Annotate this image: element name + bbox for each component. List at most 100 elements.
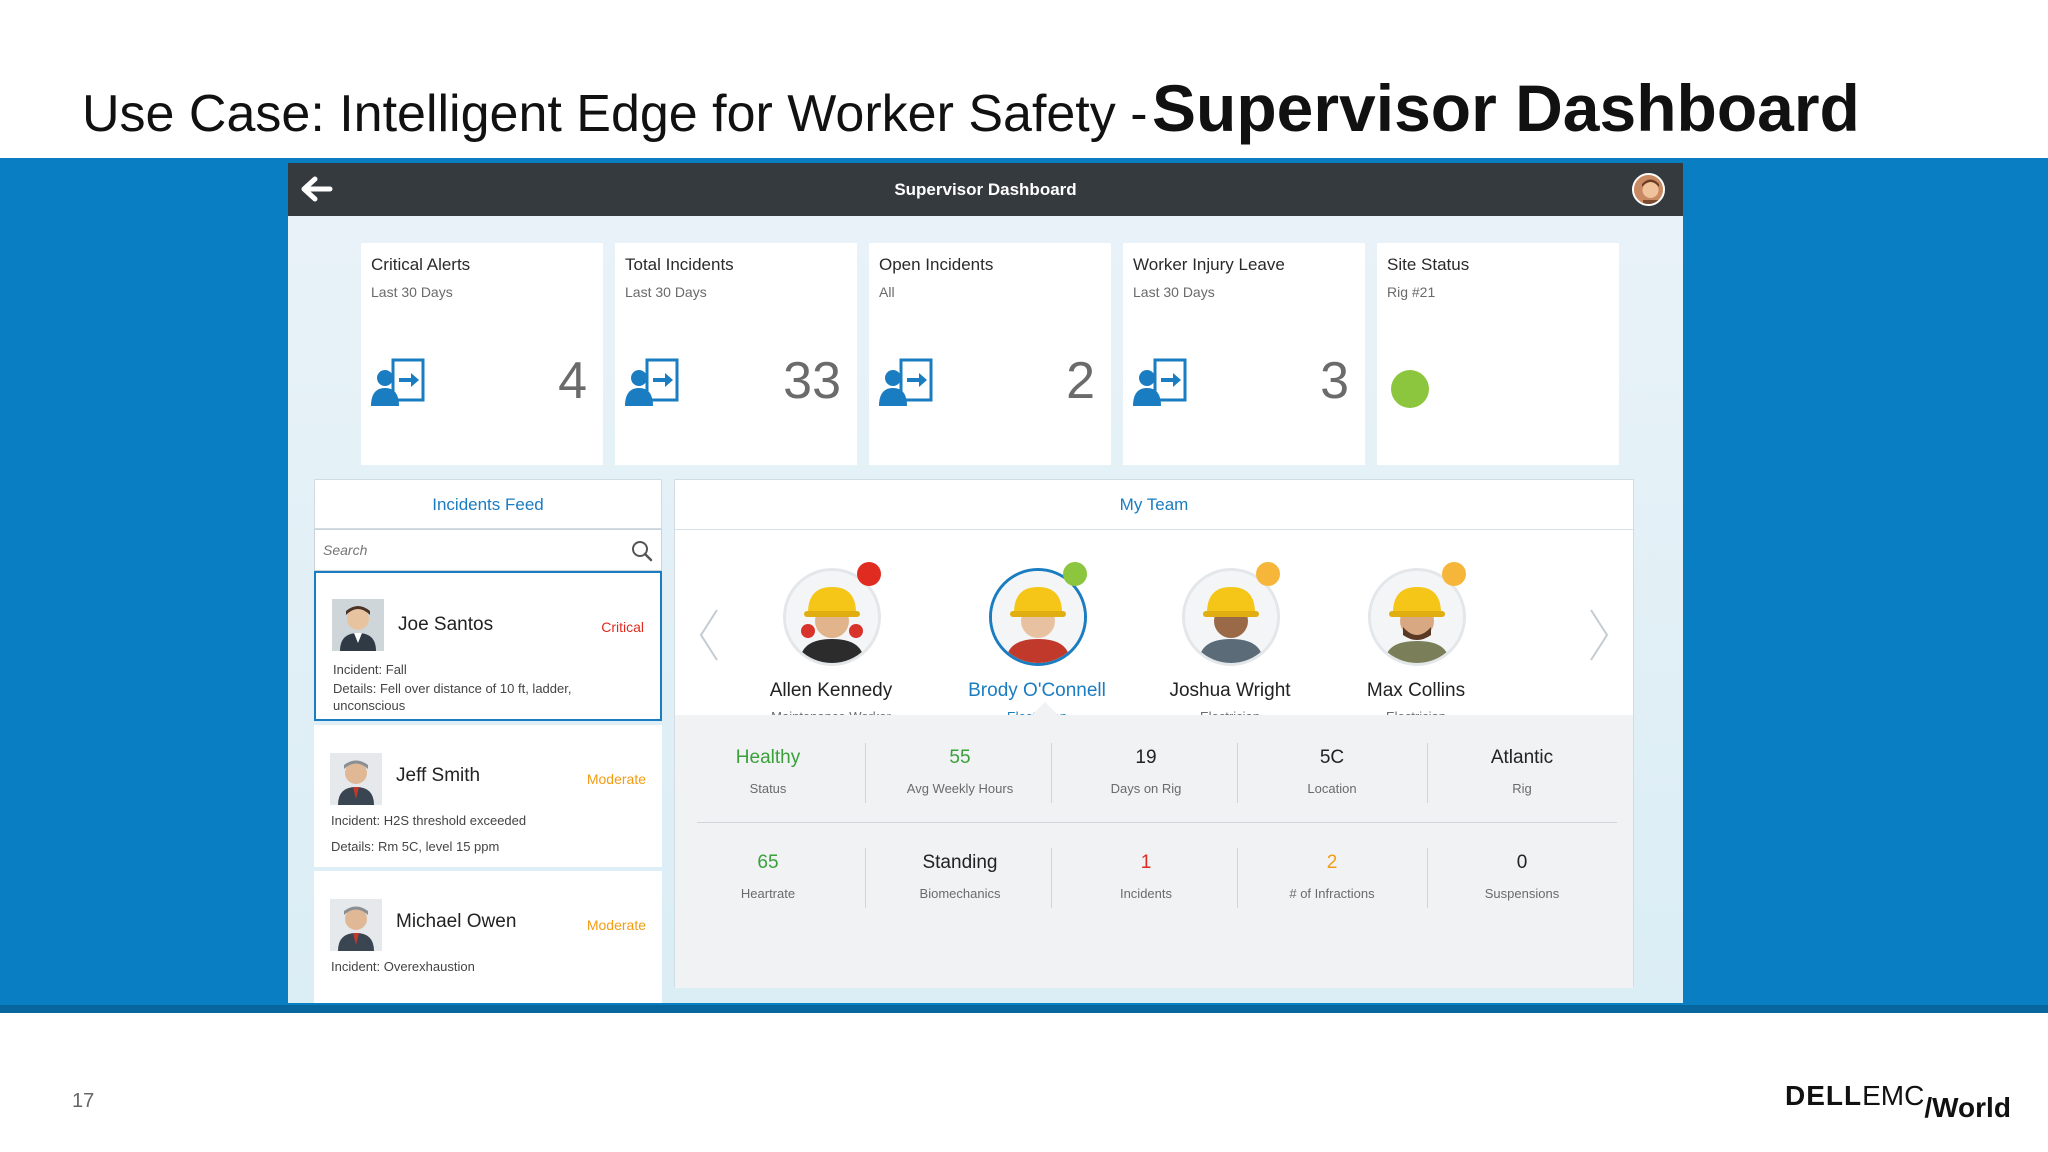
band-divider (0, 1005, 2048, 1013)
member-name: Allen Kennedy (769, 680, 893, 701)
kpi-card-critical-alerts[interactable]: Critical Alerts Last 30 Days 4 (361, 243, 603, 465)
app-title: Supervisor Dashboard (894, 180, 1077, 199)
stat-avg-weekly-hours: 55 Avg Weekly Hours (867, 747, 1053, 796)
stat-divider (865, 848, 866, 908)
severity-badge: Critical (601, 619, 644, 635)
stat-divider (865, 743, 866, 803)
incident-details-cont: unconscious (333, 698, 406, 713)
kpi-value: 2 (1066, 352, 1095, 410)
stat-infractions: 2 # of Infractions (1239, 852, 1425, 901)
avatar (330, 753, 382, 805)
kpi-card-worker-injury-leave[interactable]: Worker Injury Leave Last 30 Days 3 (1123, 243, 1365, 465)
my-team-title: My Team (1119, 495, 1189, 514)
severity-badge: Moderate (586, 917, 646, 933)
stat-label: Location (1307, 781, 1357, 796)
stat-label: Avg Weekly Hours (906, 781, 1014, 796)
stat-value: Atlantic (1490, 747, 1554, 768)
kpi-value: 4 (558, 352, 587, 410)
stat-label: Suspensions (1484, 886, 1560, 901)
team-member-joshua-wright[interactable]: Joshua Wright Electrician (1130, 562, 1330, 728)
search-box (314, 529, 662, 571)
incident-item-joe-santos[interactable]: Joe Santos Critical Incident: Fall Detai… (314, 571, 662, 721)
kpi-subtitle: Rig #21 (1387, 284, 1436, 300)
stat-heartrate: 65 Heartrate (675, 852, 861, 901)
incident-type: Incident: Overexhaustion (331, 959, 475, 974)
status-dot (1256, 562, 1280, 586)
logo-emc: EMC (1862, 1080, 1925, 1111)
incident-worker-name: Jeff Smith (396, 765, 481, 786)
stat-value: 1 (1140, 852, 1152, 873)
user-incident-icon (1133, 358, 1187, 410)
stat-value: 19 (1135, 747, 1157, 768)
search-input[interactable] (323, 536, 613, 564)
kpi-value: 33 (783, 352, 841, 410)
incident-details: Details: Rm 5C, level 15 ppm (331, 839, 500, 854)
avatar-icon (1634, 175, 1663, 204)
stat-value: Standing (922, 852, 998, 873)
user-avatar[interactable] (1632, 173, 1665, 206)
selection-caret (1031, 702, 1059, 716)
kpi-title: Worker Injury Leave (1133, 255, 1285, 274)
user-incident-icon (625, 358, 679, 410)
dashboard-app: Supervisor Dashboard Critical Alerts Las… (288, 163, 1683, 1003)
dell-emc-world-logo: DELLEMC/World (1785, 1080, 2011, 1123)
stat-value: 0 (1516, 852, 1528, 873)
kpi-card-total-incidents[interactable]: Total Incidents Last 30 Days 33 (615, 243, 857, 465)
chevron-right-icon[interactable] (1587, 608, 1611, 662)
stats-row-divider (697, 822, 1617, 823)
slide-title-bold: Supervisor Dashboard (1151, 71, 1860, 145)
stat-rig: Atlantic Rig (1429, 747, 1615, 796)
chevron-left-icon[interactable] (697, 608, 721, 662)
member-name: Brody O'Connell (968, 680, 1106, 701)
my-team-header: My Team (675, 480, 1633, 530)
stat-label: # of Infractions (1289, 886, 1375, 901)
stat-label: Rig (1512, 781, 1532, 796)
incident-item-michael-owen[interactable]: Michael Owen Moderate Incident: Overexha… (314, 871, 662, 1003)
stat-label: Biomechanics (919, 886, 1001, 901)
user-incident-icon (371, 358, 425, 410)
avatar (330, 899, 382, 951)
app-header: Supervisor Dashboard (288, 163, 1683, 216)
incident-item-jeff-smith[interactable]: Jeff Smith Moderate Incident: H2S thresh… (314, 725, 662, 867)
kpi-title: Critical Alerts (371, 255, 471, 274)
kpi-value: 3 (1320, 352, 1349, 410)
stat-value: 55 (949, 747, 971, 768)
stat-location: 5C Location (1239, 747, 1425, 796)
team-member-max-collins[interactable]: Max Collins Electrician (1316, 562, 1516, 728)
stat-divider (1051, 848, 1052, 908)
kpi-card-open-incidents[interactable]: Open Incidents All 2 (869, 243, 1111, 465)
slide-title-plain: Use Case: Intelligent Edge for Worker Sa… (82, 85, 1148, 143)
kpi-subtitle: Last 30 Days (625, 284, 707, 300)
stat-value: 65 (757, 852, 779, 873)
incident-worker-name: Michael Owen (396, 911, 517, 932)
kpi-card-site-status[interactable]: Site Status Rig #21 (1377, 243, 1619, 465)
stat-value: Healthy (735, 747, 801, 768)
incidents-feed-header: Incidents Feed (314, 479, 662, 529)
search-icon[interactable] (631, 540, 653, 562)
kpi-title: Total Incidents (625, 255, 734, 274)
stat-label: Heartrate (740, 886, 796, 901)
stat-divider (1427, 743, 1428, 803)
stat-incidents: 1 Incidents (1053, 852, 1239, 901)
status-dot (1442, 562, 1466, 586)
worker-stats: Healthy Status 55 Avg Weekly Hours 19 Da… (675, 715, 1633, 988)
slide-title: Use Case: Intelligent Edge for Worker Sa… (82, 70, 1860, 146)
incidents-feed-title: Incidents Feed (432, 495, 544, 514)
stat-suspensions: 0 Suspensions (1429, 852, 1615, 901)
incident-type: Incident: H2S threshold exceeded (331, 813, 527, 828)
kpi-subtitle: Last 30 Days (1133, 284, 1215, 300)
incident-details: Details: Fell over distance of 10 ft, la… (333, 681, 572, 696)
status-dot (857, 562, 881, 586)
user-incident-icon (879, 358, 933, 410)
stat-divider (1237, 743, 1238, 803)
logo-world: /World (1924, 1092, 2011, 1123)
stat-days-on-rig: 19 Days on Rig (1053, 747, 1239, 796)
member-name: Max Collins (1366, 680, 1466, 701)
stat-divider (1427, 848, 1428, 908)
incident-type: Incident: Fall (333, 662, 407, 677)
team-member-allen-kennedy[interactable]: Allen Kennedy Maintenance Worker (731, 562, 931, 728)
logo-dell: DELL (1785, 1080, 1863, 1111)
severity-badge: Moderate (586, 771, 646, 787)
stat-value: 5C (1319, 747, 1345, 768)
page-number: 17 (72, 1090, 95, 1112)
